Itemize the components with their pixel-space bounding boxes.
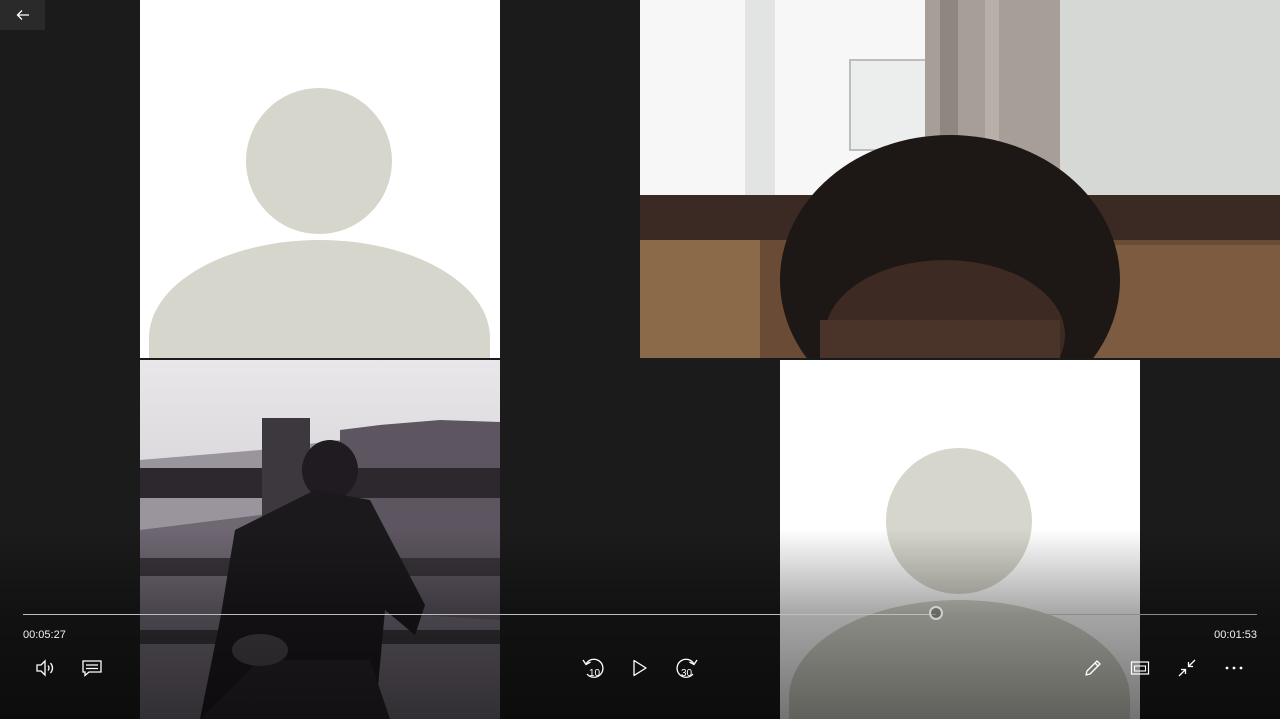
volume-icon [36,659,54,677]
controls-shade [0,529,1280,719]
avatar-body [149,240,490,358]
video-frame-room [640,0,1280,358]
exit-fullscreen-icon [1178,659,1196,677]
exit-fullscreen-button[interactable] [1171,652,1203,684]
seek-bar[interactable] [23,606,1257,620]
more-icon [1225,666,1243,670]
captions-icon [82,660,102,677]
participant-video-feed-1 [640,0,1280,358]
elapsed-time: 00:05:27 [23,629,66,641]
play-button[interactable] [624,652,656,684]
skip-back-seconds: 10 [589,668,601,679]
play-icon [633,659,647,677]
more-button[interactable] [1218,652,1250,684]
skip-back-button[interactable]: 10 [577,652,609,684]
edit-button[interactable] [1077,652,1109,684]
pencil-icon [1085,660,1101,676]
participant-tile-avatar-1 [140,0,500,358]
mini-view-button[interactable] [1124,652,1156,684]
captions-button[interactable] [76,652,108,684]
forward-30-icon: 30 [676,658,698,679]
rewind-10-icon: 10 [582,658,604,679]
volume-button[interactable] [30,652,62,684]
skip-forward-button[interactable]: 30 [671,652,703,684]
remaining-time: 00:01:53 [1214,629,1257,641]
avatar-head [246,88,392,234]
mini-view-icon [1130,661,1150,675]
skip-forward-seconds: 30 [681,668,693,679]
arrow-left-icon [16,10,29,20]
back-button[interactable] [0,0,45,30]
seek-played [23,614,937,615]
